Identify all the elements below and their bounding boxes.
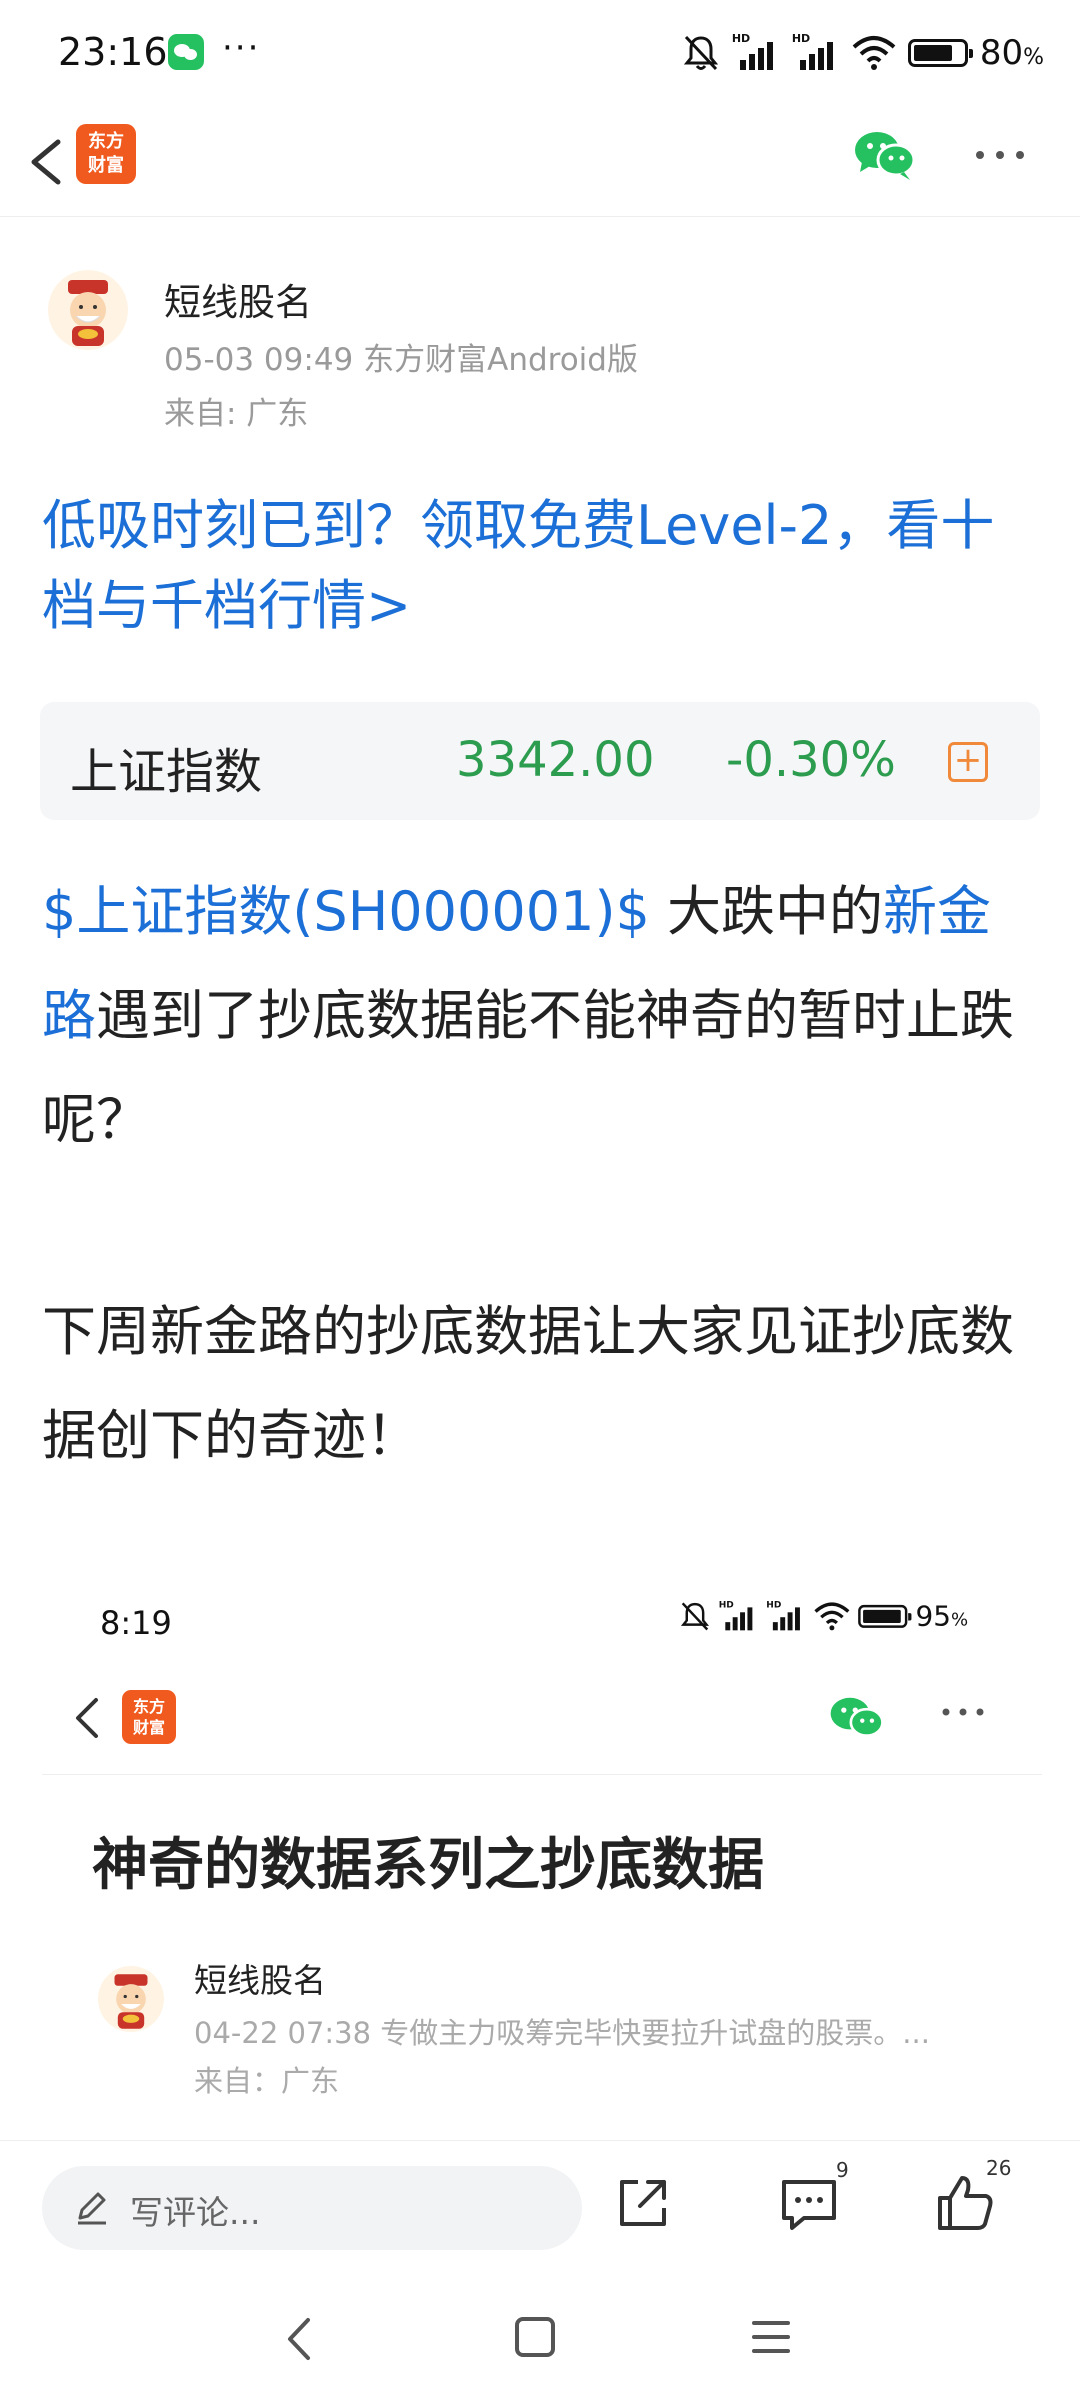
embedded-wechat-icon bbox=[830, 1697, 884, 1737]
more-notifications-icon: ··· bbox=[222, 28, 261, 68]
wifi-icon bbox=[852, 36, 896, 70]
status-time: 23:16 bbox=[58, 30, 168, 74]
back-button[interactable] bbox=[18, 130, 78, 194]
system-back-button[interactable] bbox=[280, 2314, 320, 2364]
signal-strength-icon: HD bbox=[732, 32, 780, 70]
add-to-watchlist-button[interactable]: + bbox=[948, 742, 988, 782]
embedded-author-avatar bbox=[98, 1966, 164, 2032]
embedded-eastmoney-logo: 东方 财富 bbox=[122, 1690, 176, 1744]
post-meta: 05-03 09:49 东方财富Android版 bbox=[164, 342, 638, 378]
embedded-divider bbox=[42, 1774, 1042, 1775]
system-navigation-bar bbox=[0, 2276, 1080, 2400]
share-button[interactable] bbox=[608, 2168, 678, 2238]
stock-quote-card[interactable]: 上证指数 3342.00 -0.30% + bbox=[40, 702, 1040, 820]
wechat-share-icon[interactable] bbox=[852, 128, 918, 182]
top-navigation-bar bbox=[0, 108, 1080, 217]
like-count-badge: 26 bbox=[986, 2156, 1012, 2180]
level2-promo-link[interactable]: 低吸时刻已到？领取免费Level-2，看十档与千档行情> bbox=[42, 486, 1042, 646]
stock-tag-link[interactable]: $上证指数(SH000001)$ bbox=[42, 880, 650, 943]
embedded-system-status-icons: HD HD 95% bbox=[679, 1599, 968, 1633]
logo-text-line2: 财富 bbox=[132, 1718, 165, 1737]
post-paragraph-1: $上证指数(SH000001)$ 大跌中的新金路遇到了抄底数据能不能神奇的暂时止… bbox=[42, 860, 1042, 1172]
post-text: 遇到了抄底数据能不能神奇的暂时止跌呢？ bbox=[42, 984, 1014, 1151]
embedded-back-icon bbox=[76, 1698, 98, 1738]
system-status-icons: HD HD 80% bbox=[682, 28, 1044, 78]
embedded-article-title: 神奇的数据系列之抄底数据 bbox=[92, 1833, 764, 1898]
signal-hd-label: HD bbox=[791, 32, 811, 45]
mute-icon bbox=[683, 35, 718, 71]
signal-hd-label: HD bbox=[718, 1599, 734, 1610]
eastmoney-logo: 东方 财富 bbox=[76, 124, 136, 184]
system-menu-button[interactable] bbox=[748, 2314, 794, 2360]
signal-strength-icon: HD bbox=[766, 1599, 805, 1631]
stock-change: -0.30% bbox=[726, 732, 896, 788]
comment-input[interactable]: 写评论... bbox=[42, 2166, 582, 2250]
signal-strength-icon: HD bbox=[718, 1599, 758, 1631]
logo-text-line1: 东方 bbox=[132, 1697, 165, 1716]
battery-percent: 95% bbox=[915, 1600, 968, 1633]
post-paragraph-2: 下周新金路的抄底数据让大家见证抄底数据创下的奇迹！ bbox=[42, 1300, 1014, 1467]
wifi-icon bbox=[814, 1602, 850, 1631]
embedded-more-icon bbox=[942, 1708, 984, 1716]
author-name[interactable]: 短线股名 bbox=[164, 272, 312, 326]
mute-icon bbox=[680, 1602, 709, 1631]
embedded-status-time: 8:19 bbox=[100, 1604, 172, 1642]
comment-placeholder: 写评论... bbox=[130, 2193, 261, 2232]
post-location: 来自: 广东 bbox=[164, 396, 309, 432]
logo-text-line2: 财富 bbox=[88, 155, 124, 176]
battery-icon bbox=[857, 1604, 912, 1628]
signal-strength-icon: HD bbox=[792, 32, 840, 70]
post-text: 大跌中的 bbox=[649, 880, 884, 943]
embedded-post-location: 来自：广东 bbox=[194, 2064, 340, 2098]
signal-hd-label: HD bbox=[766, 1599, 782, 1610]
embedded-author-name: 短线股名 bbox=[194, 1961, 326, 2000]
author-avatar[interactable] bbox=[48, 270, 128, 350]
stock-price: 3342.00 bbox=[456, 732, 655, 788]
comment-count-badge: 9 bbox=[836, 2158, 849, 2182]
logo-text-line1: 东方 bbox=[88, 131, 124, 152]
wechat-notification-icon bbox=[168, 34, 204, 70]
embedded-post-meta: 04-22 07:38 专做主力吸筹完毕快要拉升试盘的股票。... bbox=[194, 2016, 930, 2050]
battery-icon bbox=[907, 39, 973, 67]
signal-hd-label: HD bbox=[731, 32, 751, 45]
battery-percent: 80% bbox=[979, 33, 1044, 73]
stock-name: 上证指数 bbox=[70, 744, 263, 800]
status-bar: 23:16 ··· HD HD 80% bbox=[0, 0, 1080, 104]
pencil-icon bbox=[78, 2192, 106, 2225]
comments-button[interactable] bbox=[774, 2168, 844, 2238]
system-home-button[interactable] bbox=[512, 2314, 558, 2360]
more-options-button[interactable] bbox=[970, 130, 1030, 180]
